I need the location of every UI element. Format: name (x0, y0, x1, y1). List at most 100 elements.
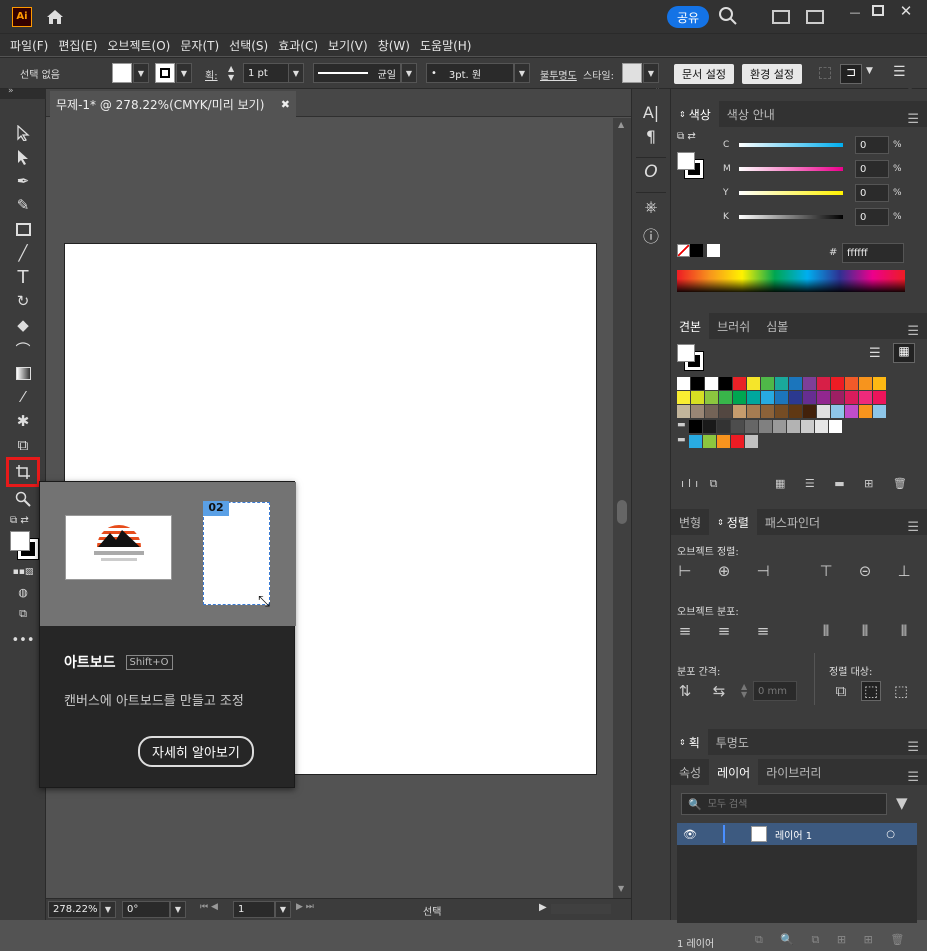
expand-toolbar-icon[interactable]: » (8, 86, 14, 96)
learn-more-button[interactable]: 자세히 알아보기 (138, 736, 254, 767)
brush-definition[interactable]: • 3pt. 원 (426, 63, 514, 83)
swatch[interactable] (747, 377, 760, 390)
align-top-icon[interactable]: ⊤ (816, 561, 836, 581)
character-icon[interactable]: A| (632, 103, 670, 127)
magenta-slider[interactable] (739, 167, 843, 171)
menu-edit[interactable]: 편집(E) (58, 37, 97, 54)
curvature-tool-icon[interactable]: ✎ (0, 193, 46, 217)
status-mode[interactable]: 선택 (423, 903, 441, 918)
tab-pathfinder[interactable]: 패스파인더 (757, 509, 828, 535)
tab-swatches[interactable]: 견본 (671, 313, 710, 339)
swatch[interactable] (786, 420, 800, 433)
style-dropdown[interactable]: ▼ (643, 63, 659, 83)
variable-width-profile[interactable]: 균일 (313, 63, 401, 83)
layers-search-field[interactable]: 🔍 (681, 793, 887, 815)
shape-builder-tool-icon[interactable]: ⧉ (0, 433, 46, 457)
align-vcenter-icon[interactable]: ⊝ (855, 561, 875, 581)
menu-window[interactable]: 창(W) (378, 37, 410, 54)
paragraph-icon[interactable]: ¶ (632, 127, 670, 153)
swatch[interactable] (702, 420, 716, 433)
menu-object[interactable]: 오브젝트(O) (107, 37, 170, 54)
swatch[interactable] (803, 377, 816, 390)
swatch[interactable] (716, 435, 730, 448)
menu-effect[interactable]: 효과(C) (278, 37, 318, 54)
color-spectrum[interactable] (677, 270, 905, 292)
swatch[interactable] (730, 420, 744, 433)
status-arrow-icon[interactable]: ▶ (539, 902, 547, 913)
next-artboard-icon[interactable]: ▶ ⏭ (296, 902, 314, 912)
swatch[interactable] (859, 377, 872, 390)
magenta-value[interactable]: 0 (855, 160, 889, 178)
distribute-vcenter-icon[interactable]: ≡ (714, 621, 734, 641)
home-icon[interactable] (44, 6, 66, 28)
swatch[interactable] (705, 405, 718, 418)
info-icon[interactable]: ⓘ (632, 223, 670, 249)
swatch[interactable] (733, 391, 746, 404)
stroke-stepper[interactable]: ▲ ▼ (228, 64, 242, 84)
swatch[interactable] (705, 377, 718, 390)
swatch[interactable] (677, 377, 690, 390)
swatch[interactable] (761, 405, 774, 418)
swatch[interactable] (744, 420, 758, 433)
swatch[interactable] (817, 405, 830, 418)
fill-swatch[interactable] (112, 63, 132, 83)
tab-symbols[interactable]: 심볼 (758, 313, 796, 339)
swatch[interactable] (828, 420, 842, 433)
swatch[interactable] (719, 377, 732, 390)
swatches-panel-menu-icon[interactable]: ☰ (907, 324, 919, 339)
swatch[interactable] (772, 420, 786, 433)
menu-select[interactable]: 선택(S) (229, 37, 268, 54)
gradient-tool-icon[interactable] (0, 361, 46, 385)
brush-dropdown[interactable]: ▼ (514, 63, 530, 83)
swatch[interactable] (803, 405, 816, 418)
swatch-library-icons[interactable]: ılı ⧉ (681, 477, 722, 491)
swatch[interactable] (747, 391, 760, 404)
swatch[interactable] (845, 405, 858, 418)
swatch[interactable] (859, 391, 872, 404)
swatch[interactable] (789, 405, 802, 418)
grid-view-icon[interactable]: ▦ (893, 343, 915, 363)
swatch[interactable] (733, 377, 746, 390)
stroke-swatch[interactable] (155, 63, 175, 83)
tab-color[interactable]: ⇕ 색상 (671, 101, 719, 127)
align-to-key-object-icon[interactable]: ⬚ (891, 681, 911, 701)
color-panel-menu-icon[interactable]: ☰ (907, 112, 919, 127)
control-menu-icon[interactable]: ☰ (893, 64, 906, 80)
swatch[interactable] (761, 377, 774, 390)
menu-file[interactable]: 파일(F) (10, 37, 48, 54)
swatch[interactable] (845, 391, 858, 404)
tab-libraries[interactable]: 라이브러리 (758, 759, 829, 785)
scroll-thumb[interactable] (617, 500, 627, 524)
swatch[interactable] (873, 405, 886, 418)
lasso-tool-icon[interactable]: ⌒ (0, 337, 46, 361)
visibility-eye-icon[interactable]: 👁 (683, 828, 697, 841)
navigator-icon[interactable]: ⎈ (632, 197, 670, 223)
zoom-dropdown[interactable]: ▼ (100, 901, 116, 918)
color-swap-icon[interactable]: ⧉ ⇄ (677, 131, 696, 142)
scroll-down-icon[interactable]: ▼ (618, 884, 624, 893)
swatch[interactable] (831, 377, 844, 390)
paintbrush-tool-icon[interactable]: ╱ (0, 241, 46, 265)
menu-help[interactable]: 도움말(H) (420, 37, 472, 54)
isolate-icon[interactable]: ⊐ (840, 64, 862, 84)
control-chevron-icon[interactable]: ▼ (866, 66, 873, 76)
graphic-style-swatch[interactable] (622, 63, 642, 83)
zoom-field[interactable]: 278.22% (48, 901, 100, 918)
swatch[interactable] (744, 435, 758, 448)
horizontal-scrollbar[interactable] (551, 904, 611, 914)
swatch[interactable] (775, 391, 788, 404)
swatch[interactable] (789, 391, 802, 404)
preferences-button[interactable]: 환경 설정 (742, 64, 802, 84)
tab-transform[interactable]: 변형 (671, 509, 709, 535)
maximize-button[interactable] (872, 5, 884, 16)
swatch[interactable] (873, 377, 886, 390)
swatch[interactable] (733, 405, 746, 418)
cyan-value[interactable]: 0 (855, 136, 889, 154)
puppet-warp-tool-icon[interactable]: ✱ (0, 409, 46, 433)
distribute-right-icon[interactable]: ⫴ (894, 621, 914, 641)
swatch[interactable] (873, 391, 886, 404)
eraser-tool-icon[interactable]: ◆ (0, 313, 46, 337)
stroke-panel-menu-icon[interactable]: ☰ (907, 740, 919, 755)
layer-row[interactable]: 👁 레이어 1 ○ (677, 823, 917, 845)
swatch[interactable] (803, 391, 816, 404)
